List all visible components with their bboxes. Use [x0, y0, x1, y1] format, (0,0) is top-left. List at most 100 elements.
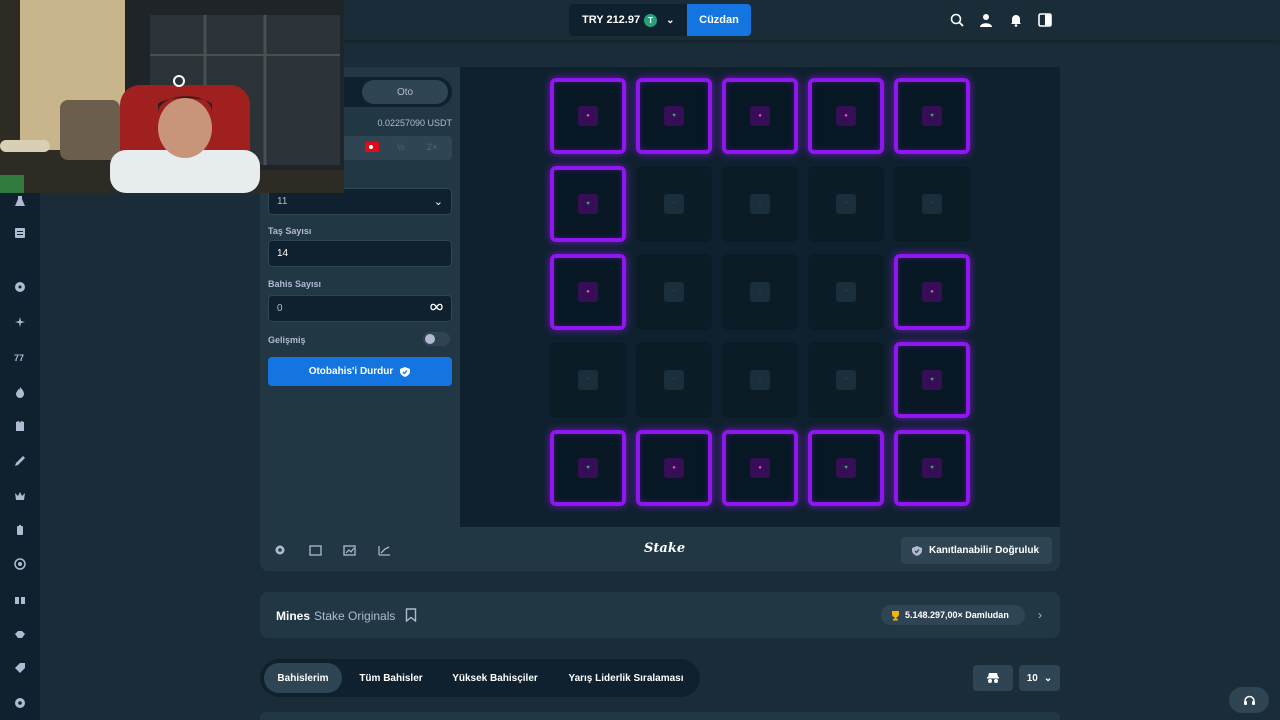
balance-selector[interactable]: TRY 212.97 T ⌄ — [569, 4, 687, 36]
stop-autobet-button[interactable]: Otobahis'i Durdur — [268, 357, 452, 386]
mine-tile[interactable]: ♥ — [550, 166, 626, 242]
sidebar-toggle-icon[interactable] — [1037, 12, 1053, 28]
mine-tile[interactable]: • — [808, 166, 884, 242]
stop-autobet-label: Otobahis'i Durdur — [308, 366, 394, 377]
tab-all-bets[interactable]: Tüm Bahisler — [348, 663, 434, 693]
user-icon[interactable] — [978, 12, 994, 28]
search-icon[interactable] — [949, 12, 965, 28]
gems-input[interactable]: 14 — [268, 240, 452, 267]
stats-icon[interactable] — [342, 544, 356, 556]
gift-icon[interactable] — [12, 591, 28, 607]
mine-tile[interactable]: ♥ — [808, 430, 884, 506]
gem-icon: ♥ — [922, 458, 942, 478]
mine-tile[interactable]: ● — [636, 430, 712, 506]
mines-board: ● ♥ ● ● ♥ ♥ • • • • ● • • • ● • • • • ♥ ♥ ● ● ♥ ♥ — [460, 67, 1060, 527]
settings-icon[interactable] — [273, 544, 287, 556]
game-provider[interactable]: Stake Originals — [314, 609, 395, 623]
mine-icon: ● — [836, 106, 856, 126]
tile-placeholder: • — [750, 370, 770, 390]
mine-icon: ● — [578, 282, 598, 302]
gem-icon: ♥ — [664, 106, 684, 126]
mine-tile[interactable]: • — [636, 254, 712, 330]
mine-tile[interactable]: ♥ — [636, 78, 712, 154]
mine-tile[interactable]: • — [894, 166, 970, 242]
shield-check-icon — [912, 545, 922, 556]
sparkle-icon[interactable] — [12, 314, 28, 330]
shield-icon — [400, 366, 411, 377]
news-icon[interactable] — [12, 225, 28, 241]
theatre-mode-icon[interactable] — [308, 544, 322, 556]
advanced-label: Gelişmiş — [268, 335, 306, 345]
target-icon[interactable] — [12, 556, 28, 572]
mine-tile[interactable]: • — [636, 342, 712, 418]
mine-icon: ● — [578, 106, 598, 126]
infinity-icon[interactable] — [430, 302, 443, 315]
live-casino-icon[interactable] — [12, 418, 28, 434]
chevron-down-icon: ⌄ — [433, 196, 443, 208]
flask-icon[interactable] — [12, 193, 28, 209]
mine-tile[interactable]: ● — [550, 254, 626, 330]
mine-tile[interactable]: ● — [808, 78, 884, 154]
mine-tile[interactable]: ● — [894, 254, 970, 330]
tab-high-rollers[interactable]: Yüksek Bahisçiler — [440, 663, 550, 693]
mine-tile[interactable]: ♥ — [894, 342, 970, 418]
prize-badge[interactable]: 5.148.297,00× Damludan — [881, 605, 1025, 625]
prize-text: 5.148.297,00× Damludan — [905, 610, 1009, 620]
tile-placeholder: • — [922, 194, 942, 214]
webcam-overlay — [0, 0, 344, 193]
bets-count-select[interactable]: 10 ⌄ — [1019, 665, 1060, 691]
tag-icon[interactable] — [12, 660, 28, 676]
tile-placeholder: • — [750, 194, 770, 214]
football-icon[interactable] — [12, 695, 28, 711]
flame-icon[interactable] — [12, 384, 28, 400]
mine-tile[interactable]: ♥ — [894, 430, 970, 506]
mine-tile[interactable]: • — [808, 342, 884, 418]
ghost-mode-button[interactable] — [973, 665, 1013, 691]
mine-tile[interactable]: • — [722, 166, 798, 242]
mine-tile[interactable]: ♥ — [894, 78, 970, 154]
mine-tile[interactable]: • — [722, 342, 798, 418]
mine-tile[interactable]: ● — [722, 430, 798, 506]
mine-icon: ● — [750, 458, 770, 478]
mine-tile[interactable]: ♥ — [550, 430, 626, 506]
mine-tile[interactable]: ● — [722, 78, 798, 154]
bets-input[interactable]: 0 — [268, 295, 452, 322]
pen-icon[interactable] — [12, 453, 28, 469]
support-button[interactable] — [1229, 687, 1269, 713]
tile-placeholder: • — [664, 282, 684, 302]
chevron-right-icon[interactable]: › — [1038, 608, 1042, 622]
mines-value: 11 — [277, 196, 288, 207]
mine-tile[interactable]: • — [550, 342, 626, 418]
mine-icon: ● — [922, 282, 942, 302]
balance-amount: TRY 212.97 — [582, 14, 641, 26]
tile-placeholder: • — [664, 370, 684, 390]
gems-value: 14 — [277, 248, 289, 259]
svg-text:77: 77 — [14, 353, 24, 363]
bell-icon[interactable] — [1008, 12, 1024, 28]
gem-icon: ♥ — [578, 194, 598, 214]
double-button[interactable]: 2× — [427, 142, 437, 152]
tab-my-bets[interactable]: Bahislerim — [264, 663, 342, 693]
tab-race-leaderboard[interactable]: Yarış Liderlik Sıralaması — [556, 663, 696, 693]
crown-icon[interactable] — [12, 488, 28, 504]
mine-tile[interactable]: • — [636, 166, 712, 242]
tab-auto[interactable]: Oto — [362, 80, 448, 104]
mine-icon: ● — [750, 106, 770, 126]
gem-icon: ♥ — [922, 106, 942, 126]
handshake-icon[interactable] — [12, 626, 28, 642]
advanced-toggle[interactable] — [423, 332, 450, 346]
tile-placeholder: • — [836, 194, 856, 214]
live-stats-icon[interactable] — [377, 544, 391, 556]
mine-icon: ● — [664, 458, 684, 478]
half-button[interactable]: ½ — [397, 142, 405, 152]
battery-icon[interactable] — [12, 522, 28, 538]
wallet-button[interactable]: Cüzdan — [687, 4, 751, 36]
slots-icon[interactable]: 77 — [12, 349, 28, 365]
bookmark-icon[interactable] — [405, 608, 417, 623]
mine-tile[interactable]: ● — [550, 78, 626, 154]
mine-tile[interactable]: • — [808, 254, 884, 330]
dice-icon[interactable] — [12, 279, 28, 295]
tile-placeholder: • — [750, 282, 770, 302]
provably-fair-button[interactable]: Kanıtlanabilir Doğruluk — [901, 537, 1052, 564]
mine-tile[interactable]: • — [722, 254, 798, 330]
